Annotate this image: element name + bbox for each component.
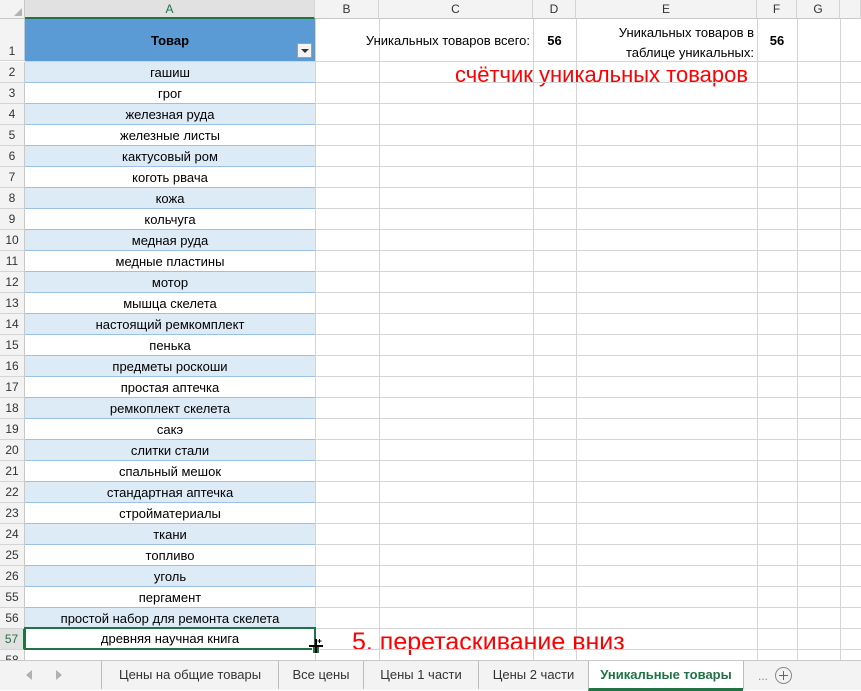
row-header[interactable]: 58 bbox=[0, 650, 25, 660]
table-cell[interactable]: сакэ bbox=[25, 419, 315, 440]
unique-in-table-value[interactable]: 56 bbox=[757, 33, 797, 48]
row-header[interactable]: 2 bbox=[0, 62, 25, 83]
row-header[interactable]: 57 bbox=[0, 629, 25, 650]
row-header[interactable]: 5 bbox=[0, 125, 25, 146]
row-header[interactable]: 6 bbox=[0, 146, 25, 167]
sheet-tab-common-prices[interactable]: Цены на общие товары bbox=[101, 661, 278, 689]
column-header-e[interactable]: E bbox=[576, 0, 757, 19]
table-cell[interactable]: кольчуга bbox=[25, 209, 315, 230]
grid-line bbox=[840, 19, 841, 660]
tab-separator bbox=[743, 661, 744, 689]
column-header-c[interactable]: C bbox=[379, 0, 533, 19]
row-header[interactable]: 1 bbox=[0, 19, 25, 61]
unique-in-table-label: Уникальных товаров в таблице уникальных: bbox=[580, 23, 754, 63]
select-all-button[interactable] bbox=[0, 0, 25, 19]
row-header[interactable]: 21 bbox=[0, 461, 25, 482]
sheet-tab-part1-prices[interactable]: Цены 1 части bbox=[363, 661, 478, 689]
row-header[interactable]: 20 bbox=[0, 440, 25, 461]
sheet-tab-all-prices[interactable]: Все цены bbox=[278, 661, 363, 689]
total-unique-value[interactable]: 56 bbox=[533, 33, 576, 48]
table-cell[interactable]: кожа bbox=[25, 188, 315, 209]
scroll-tabs-left-icon[interactable] bbox=[26, 670, 32, 680]
sheet-tab-unique-goods[interactable]: Уникальные товары bbox=[588, 661, 743, 691]
sheet-tab-part2-prices[interactable]: Цены 2 части bbox=[478, 661, 588, 689]
table-cell[interactable]: ткани bbox=[25, 524, 315, 545]
table-cell[interactable]: мотор bbox=[25, 272, 315, 293]
row-header[interactable]: 13 bbox=[0, 293, 25, 314]
active-cell-value: древняя научная книга bbox=[100, 631, 240, 646]
active-cell[interactable]: древняя научная книга bbox=[24, 627, 316, 650]
table-cell[interactable]: коготь рвача bbox=[25, 167, 315, 188]
worksheet-grid[interactable]: A B C D E F G 1 Товар Уникальных товаров… bbox=[0, 0, 861, 660]
drag-annotation: 5. перетаскивание вниз bbox=[352, 628, 625, 656]
grid-line bbox=[533, 19, 534, 660]
row-header[interactable]: 7 bbox=[0, 167, 25, 188]
table-cell[interactable]: стройматериалы bbox=[25, 503, 315, 524]
unique-label-line1: Уникальных товаров в bbox=[618, 25, 754, 40]
row-header[interactable]: 26 bbox=[0, 566, 25, 587]
row-header[interactable]: 11 bbox=[0, 251, 25, 272]
table-cell[interactable]: железная руда bbox=[25, 104, 315, 125]
row-header[interactable]: 56 bbox=[0, 608, 25, 629]
grid-line bbox=[576, 19, 577, 660]
row-header[interactable]: 18 bbox=[0, 398, 25, 419]
row-header[interactable]: 12 bbox=[0, 272, 25, 293]
row-header[interactable]: 4 bbox=[0, 104, 25, 125]
scroll-tabs-right-icon[interactable] bbox=[56, 670, 62, 680]
table-cell[interactable]: медные пластины bbox=[25, 251, 315, 272]
row-header[interactable]: 8 bbox=[0, 188, 25, 209]
add-sheet-icon[interactable] bbox=[775, 667, 792, 684]
row-header[interactable]: 55 bbox=[0, 587, 25, 608]
table-cell[interactable]: железные листы bbox=[25, 125, 315, 146]
table-cell[interactable]: грог bbox=[25, 83, 315, 104]
column-header-h[interactable] bbox=[840, 0, 861, 19]
unique-label-line2: таблице уникальных: bbox=[625, 45, 754, 60]
table-cell[interactable]: настоящий ремкомплект bbox=[25, 314, 315, 335]
total-unique-label: Уникальных товаров всего: bbox=[365, 33, 530, 48]
table-header-cell[interactable]: Товар bbox=[25, 19, 315, 61]
row-header[interactable]: 16 bbox=[0, 356, 25, 377]
sheet-tab-bar: Цены на общие товары Все цены Цены 1 час… bbox=[0, 660, 861, 691]
row-header[interactable]: 24 bbox=[0, 524, 25, 545]
row-header[interactable]: 9 bbox=[0, 209, 25, 230]
grid-line bbox=[757, 19, 758, 660]
grid-line bbox=[379, 19, 380, 660]
row-header[interactable]: 14 bbox=[0, 314, 25, 335]
row-header[interactable]: 15 bbox=[0, 335, 25, 356]
table-cell[interactable]: уголь bbox=[25, 566, 315, 587]
row-header[interactable]: 17 bbox=[0, 377, 25, 398]
table-cell[interactable]: простая аптечка bbox=[25, 377, 315, 398]
row-header[interactable]: 10 bbox=[0, 230, 25, 251]
table-cell[interactable]: пенька bbox=[25, 335, 315, 356]
table-cell[interactable]: гашиш bbox=[25, 62, 315, 83]
table-cell[interactable]: спальный мешок bbox=[25, 461, 315, 482]
row-header[interactable]: 3 bbox=[0, 83, 25, 104]
table-cell[interactable]: медная руда bbox=[25, 230, 315, 251]
table-cell[interactable]: пергамент bbox=[25, 587, 315, 608]
table-cell[interactable]: кактусовый ром bbox=[25, 146, 315, 167]
column-header-g[interactable]: G bbox=[797, 0, 840, 19]
tab-overflow-dots[interactable]: ... bbox=[758, 669, 768, 683]
table-cell[interactable]: топливо bbox=[25, 545, 315, 566]
column-header-b[interactable]: B bbox=[315, 0, 379, 19]
table-cell[interactable]: ремкоплект скелета bbox=[25, 398, 315, 419]
row-header[interactable]: 19 bbox=[0, 419, 25, 440]
grid-line bbox=[315, 19, 316, 660]
crosshair-cursor-icon bbox=[309, 639, 323, 653]
table-cell[interactable]: предметы роскоши bbox=[25, 356, 315, 377]
row-header[interactable]: 23 bbox=[0, 503, 25, 524]
row-header[interactable]: 25 bbox=[0, 545, 25, 566]
table-cell[interactable]: стандартная аптечка bbox=[25, 482, 315, 503]
row-header[interactable]: 22 bbox=[0, 482, 25, 503]
table-cell[interactable]: слитки стали bbox=[25, 440, 315, 461]
table-cell[interactable]: мышца скелета bbox=[25, 293, 315, 314]
column-header-f[interactable]: F bbox=[757, 0, 797, 19]
column-header-a[interactable]: A bbox=[25, 0, 315, 19]
counter-annotation: счётчик уникальных товаров bbox=[455, 62, 749, 87]
table-header-label: Товар bbox=[150, 32, 190, 48]
grid-line bbox=[797, 19, 798, 660]
table-cell[interactable]: простой набор для ремонта скелета bbox=[25, 608, 315, 629]
column-header-d[interactable]: D bbox=[533, 0, 576, 19]
filter-dropdown-button[interactable] bbox=[297, 43, 312, 58]
